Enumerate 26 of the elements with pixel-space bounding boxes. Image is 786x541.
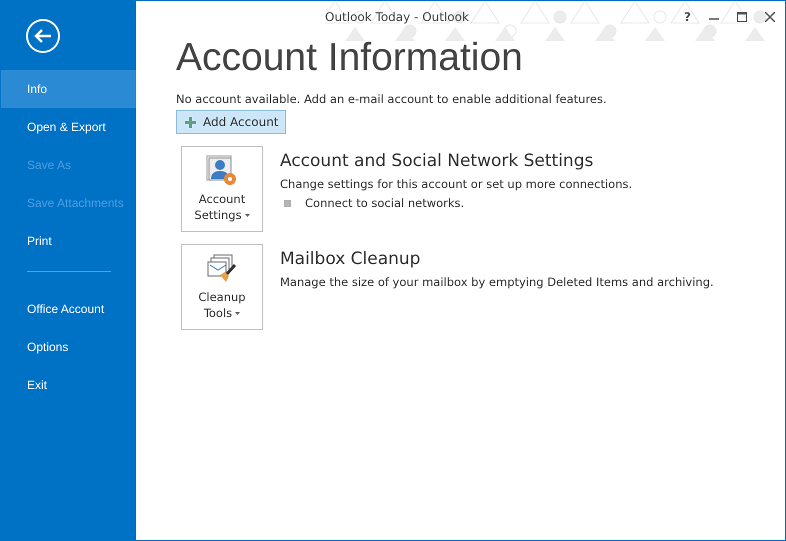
bullet-text: Connect to social networks. <box>305 196 464 210</box>
section-description: Change settings for this account or set up more connections. <box>280 177 632 191</box>
account-settings-button[interactable]: Account Settings <box>181 146 263 232</box>
notice-text: No account available. Add an e-mail account to enable additional features. <box>176 92 608 106</box>
section-title: Account and Social Network Settings <box>280 151 594 171</box>
caret-icon <box>244 214 250 218</box>
sidebar-item[interactable]: Open & Export <box>1 108 136 146</box>
sidebar-item[interactable]: Info <box>1 70 136 108</box>
section-title: Mailbox Cleanup <box>280 249 422 269</box>
window-title: Outlook Today - Outlook <box>325 10 470 24</box>
sidebar-item[interactable]: Options <box>1 328 136 366</box>
caret-icon <box>235 312 240 316</box>
section-description: Manage the size of your mailbox by emptying Deleted Items and archiving. <box>280 275 714 289</box>
person-gear-icon <box>206 155 238 187</box>
plus-icon <box>185 116 196 128</box>
close-icon[interactable] <box>765 12 775 22</box>
sidebar-item[interactable]: Office Account <box>1 290 136 328</box>
page-heading: Account Information <box>176 36 524 80</box>
sidebar-item[interactable]: Print <box>1 222 136 260</box>
cleanup-tools-button[interactable]: Cleanup Tools <box>181 244 263 330</box>
help-button[interactable]: ? <box>684 10 691 24</box>
add-account-button[interactable]: Add Account <box>176 110 286 134</box>
back-icon[interactable] <box>25 18 61 54</box>
maximize-icon[interactable] <box>737 12 747 22</box>
sidebar-item[interactable]: Exit <box>1 366 136 404</box>
bullet-icon <box>284 200 291 206</box>
